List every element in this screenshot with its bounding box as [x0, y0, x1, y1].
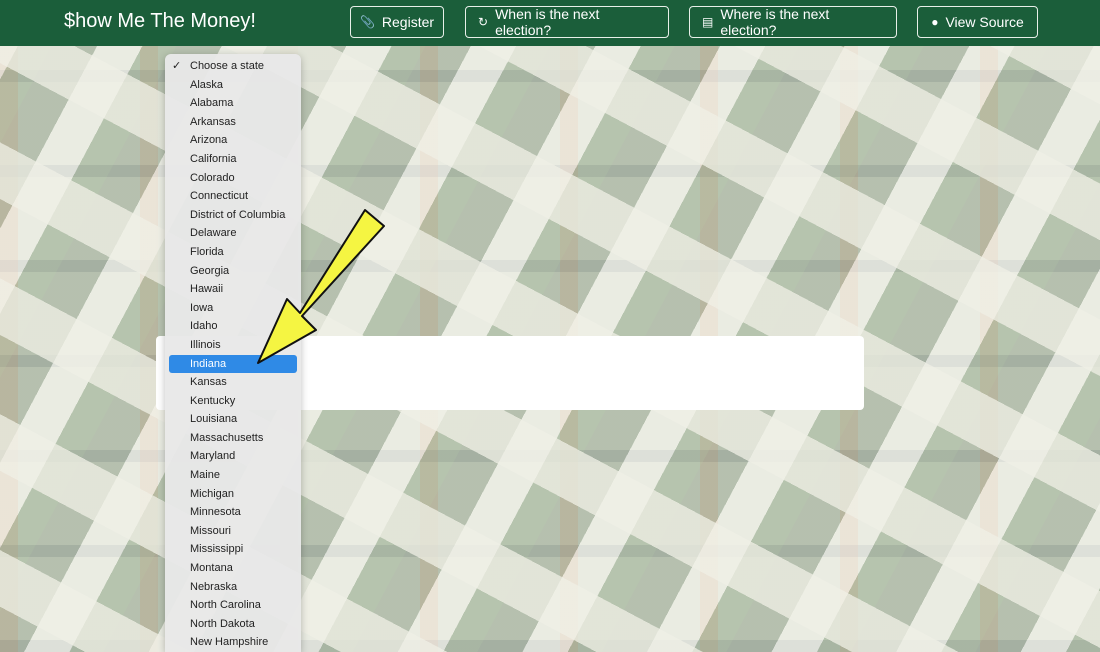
state-option[interactable]: Missouri — [169, 522, 297, 541]
refresh-icon: ↻ — [478, 15, 489, 29]
state-option-label: Mississippi — [190, 543, 244, 556]
next-election-where-button[interactable]: ▤ Where is the next election? — [689, 6, 897, 38]
state-option-label: North Carolina — [190, 599, 261, 612]
state-option[interactable]: Iowa — [169, 299, 297, 318]
state-option-label: Arkansas — [190, 115, 236, 128]
state-option[interactable]: Idaho — [169, 317, 297, 336]
state-option-label: Montana — [190, 562, 233, 575]
register-button[interactable]: 📎 Register — [350, 6, 444, 38]
state-option-label: New Hampshire — [190, 636, 269, 649]
state-option[interactable]: District of Columbia — [169, 206, 297, 225]
state-option-label: Illinois — [190, 338, 221, 351]
state-option-label: California — [190, 152, 237, 165]
state-option[interactable]: Arkansas — [169, 113, 297, 132]
state-option-label: Minnesota — [190, 506, 241, 519]
state-option-placeholder[interactable]: ✓ Choose a state — [169, 57, 297, 76]
state-option-label: Kansas — [190, 376, 227, 389]
state-option-label: Delaware — [190, 227, 237, 240]
state-option-label: Nebraska — [190, 580, 238, 593]
state-option-label: Connecticut — [190, 190, 249, 203]
state-option-label: District of Columbia — [190, 208, 286, 221]
state-option-label: Arizona — [190, 134, 228, 147]
state-option[interactable]: Delaware — [169, 224, 297, 243]
github-icon: ● — [931, 15, 939, 29]
state-option-label: Missouri — [190, 524, 231, 537]
source-label: View Source — [945, 14, 1024, 30]
state-option[interactable]: Georgia — [169, 262, 297, 281]
state-option-label: Idaho — [190, 320, 218, 333]
state-option-label: Michigan — [190, 487, 235, 500]
state-option-label: North Dakota — [190, 617, 255, 630]
state-option-label: Georgia — [190, 264, 230, 277]
when-label: When is the next election? — [495, 6, 600, 38]
state-option[interactable]: Hawaii — [169, 280, 297, 299]
state-option[interactable]: Arizona — [169, 131, 297, 150]
state-option-label: Alabama — [190, 97, 234, 110]
state-option-label: Hawaii — [190, 283, 224, 296]
state-option-label: Kentucky — [190, 394, 236, 407]
state-option-label: Maine — [190, 469, 220, 482]
state-option[interactable]: Alabama — [169, 94, 297, 113]
navbar: $how Me The Money! 📎 Register ↻ When is … — [0, 0, 1100, 46]
book-icon: ▤ — [702, 15, 714, 29]
state-option-label: Alaska — [190, 78, 224, 91]
state-option[interactable]: Alaska — [169, 76, 297, 95]
state-option[interactable]: Indiana — [169, 354, 297, 374]
state-option[interactable]: Louisiana — [169, 410, 297, 429]
state-dropdown-list[interactable]: ✓ Choose a state Alaska Alabama Arkansas Ariz… — [165, 54, 301, 652]
state-option[interactable]: Nebraska — [169, 578, 297, 597]
state-option[interactable]: Kentucky — [169, 392, 297, 411]
state-option-label: Maryland — [190, 450, 236, 463]
state-option[interactable]: Mississippi — [169, 540, 297, 559]
where-label: Where is the next election? — [720, 6, 830, 38]
state-option[interactable]: Michigan — [169, 485, 297, 504]
state-option[interactable]: Minnesota — [169, 503, 297, 522]
state-option[interactable]: Montana — [169, 559, 297, 578]
state-option[interactable]: North Carolina — [169, 596, 297, 615]
state-option[interactable]: New Hampshire — [169, 633, 297, 652]
state-option[interactable]: Florida — [169, 243, 297, 262]
state-option[interactable]: Connecticut — [169, 187, 297, 206]
state-option[interactable]: Maryland — [169, 447, 297, 466]
state-option[interactable]: Maine — [169, 466, 297, 485]
state-option[interactable]: Illinois — [169, 336, 297, 355]
state-option[interactable]: Massachusetts — [169, 429, 297, 448]
next-election-when-button[interactable]: ↻ When is the next election? — [465, 6, 669, 38]
state-option-label: Iowa — [190, 301, 214, 314]
checkmark-icon: ✓ — [172, 60, 182, 72]
brand-title[interactable]: $how Me The Money! — [64, 10, 256, 33]
state-option[interactable]: Kansas — [169, 373, 297, 392]
state-option-label: Indiana — [190, 357, 227, 370]
paperclip-icon: 📎 — [359, 15, 375, 29]
state-option-label: Florida — [190, 245, 224, 258]
state-option-label: Massachusetts — [190, 431, 264, 444]
state-option[interactable]: Colorado — [169, 169, 297, 188]
state-option-label: Choose a state — [190, 60, 264, 72]
state-option[interactable]: North Dakota — [169, 615, 297, 634]
state-option-label: Colorado — [190, 171, 235, 184]
state-option[interactable]: California — [169, 150, 297, 169]
view-source-button[interactable]: ● View Source — [917, 6, 1038, 38]
state-option-label: Louisiana — [190, 413, 238, 426]
register-label: Register — [381, 14, 435, 30]
